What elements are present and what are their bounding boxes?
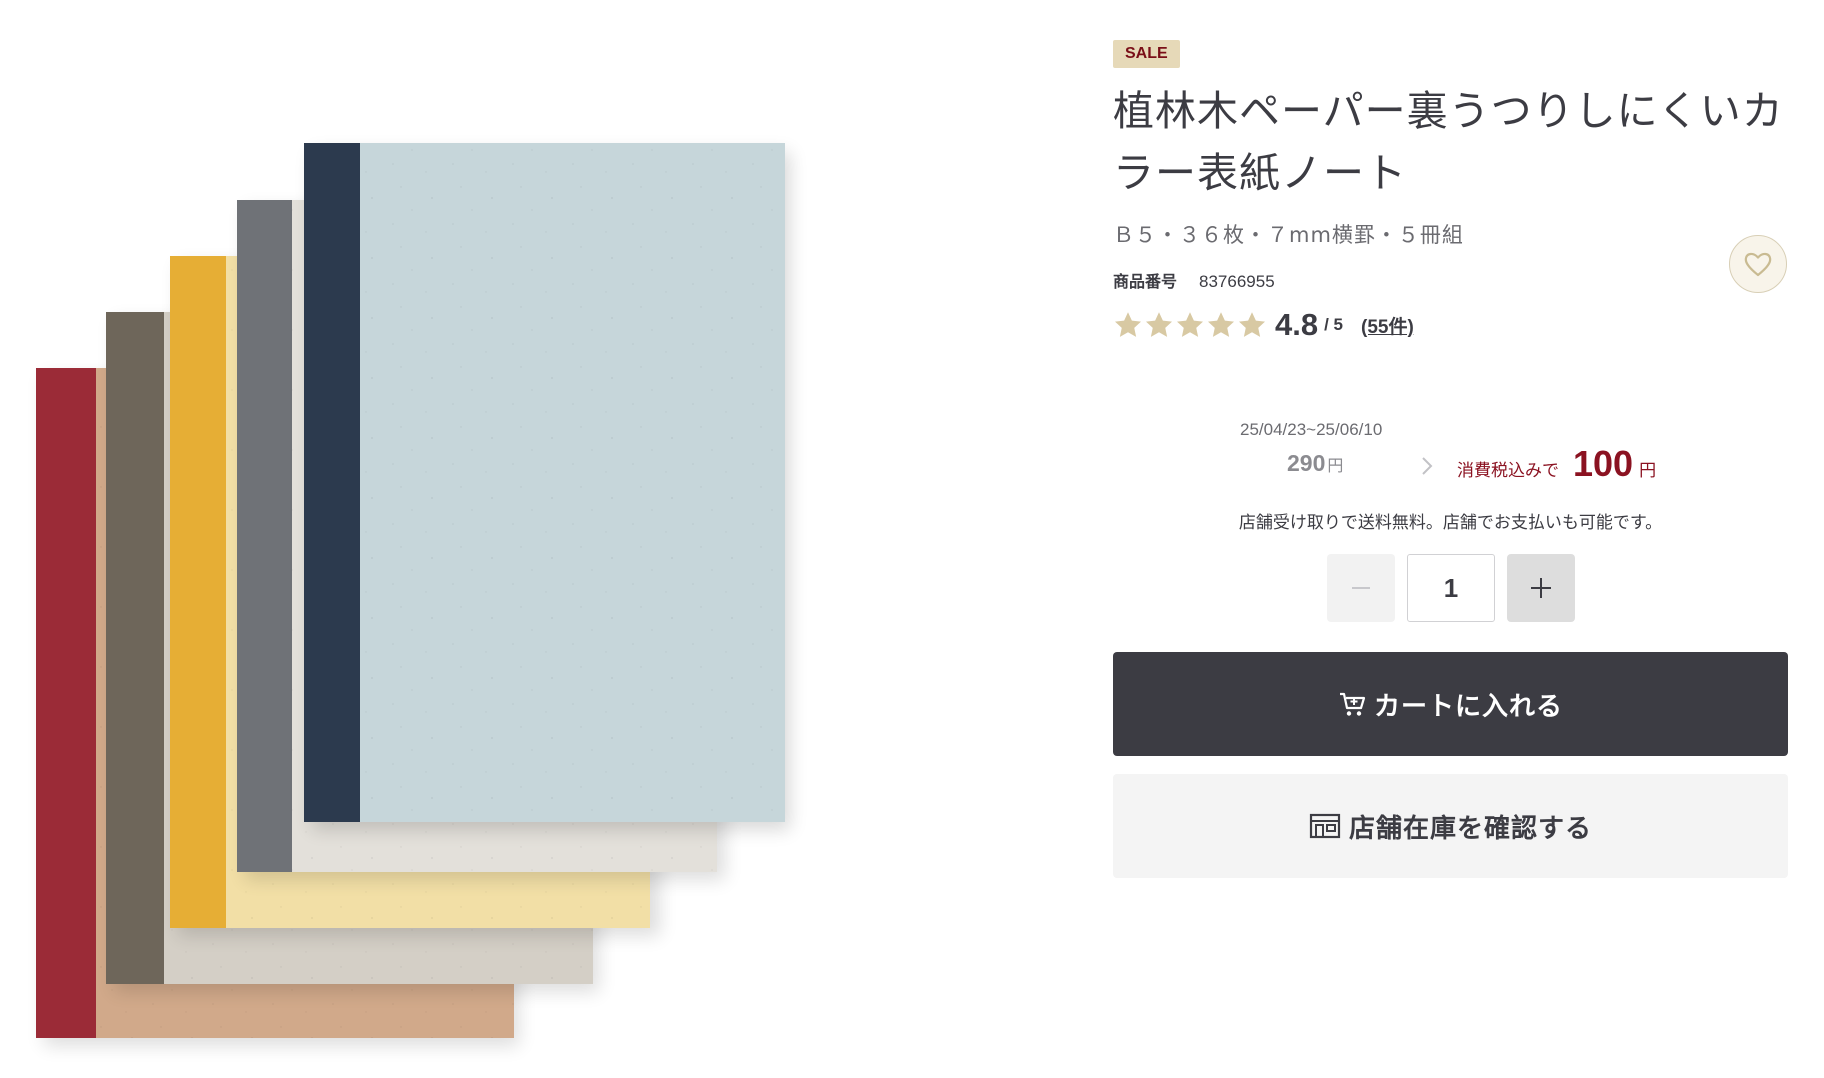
check-store-stock-button[interactable]: 店舗在庫を確認する <box>1113 774 1788 878</box>
sale-badge: SALE <box>1113 40 1180 68</box>
cart-add-icon <box>1339 692 1366 716</box>
chevron-right-icon <box>1422 457 1433 475</box>
notebook-blue-spine <box>304 143 360 822</box>
review-count-link[interactable]: (55件) <box>1361 312 1414 339</box>
add-to-cart-label: カートに入れる <box>1373 691 1563 722</box>
product-title: 植林木ペーパー裏うつりしにくいカラー表紙ノート <box>1113 87 1784 197</box>
favorite-button[interactable] <box>1729 235 1787 293</box>
star-icon <box>1239 312 1265 337</box>
rating-row: 4.8 / 5 (55件) <box>1113 306 1414 344</box>
plus-icon <box>1531 578 1551 598</box>
store-pickup-note: 店舗受け取りで送料無料。店舗でお支払いも可能です。 <box>1238 513 1663 533</box>
star-icon <box>1208 312 1234 337</box>
original-price-value: 290 <box>1287 450 1326 476</box>
rating-max: / 5 <box>1324 315 1344 334</box>
store-icon <box>1309 813 1341 839</box>
product-spec: Ｂ５・３６枚・７mm横罫・５冊組 <box>1113 223 1464 247</box>
original-price-currency: 円 <box>1327 458 1344 475</box>
sale-price: 消費税込みで 100 円 <box>1457 443 1656 485</box>
notebook-grey-spine <box>237 200 292 872</box>
heart-icon <box>1744 252 1772 277</box>
star-icon <box>1177 312 1203 337</box>
check-store-stock-label: 店舗在庫を確認する <box>1348 813 1592 844</box>
add-to-cart-button[interactable]: カートに入れる <box>1113 652 1788 756</box>
product-info-panel: SALE 植林木ペーパー裏うつりしにくいカラー表紙ノート Ｂ５・３６枚・７mm横… <box>1113 0 1788 1078</box>
original-price: 290 円 <box>1287 450 1343 477</box>
sale-price-currency: 円 <box>1639 461 1657 481</box>
product-image <box>0 0 1060 1078</box>
star-icon <box>1115 312 1141 337</box>
rating-stars <box>1113 310 1267 340</box>
sale-period: 25/04/23~25/06/10 <box>1240 420 1383 439</box>
quantity-input[interactable] <box>1407 554 1495 622</box>
notebook-stack-illustration <box>36 143 790 1046</box>
minus-icon <box>1352 587 1370 589</box>
sku-value: 83766955 <box>1199 272 1275 291</box>
star-icon <box>1146 312 1172 337</box>
rating-value: 4.8 <box>1275 307 1319 342</box>
notebook-red-spine <box>36 368 96 1038</box>
sku-label: 商品番号 <box>1113 272 1178 291</box>
quantity-increase-button[interactable] <box>1507 554 1575 622</box>
sale-price-value: 100 <box>1573 443 1634 484</box>
notebook-yellow-spine <box>170 256 226 928</box>
tax-label: 消費税込みで <box>1457 461 1559 481</box>
quantity-decrease-button[interactable] <box>1327 554 1395 622</box>
sku-row: 商品番号 83766955 <box>1113 268 1275 292</box>
notebook-olive-spine <box>106 312 164 984</box>
